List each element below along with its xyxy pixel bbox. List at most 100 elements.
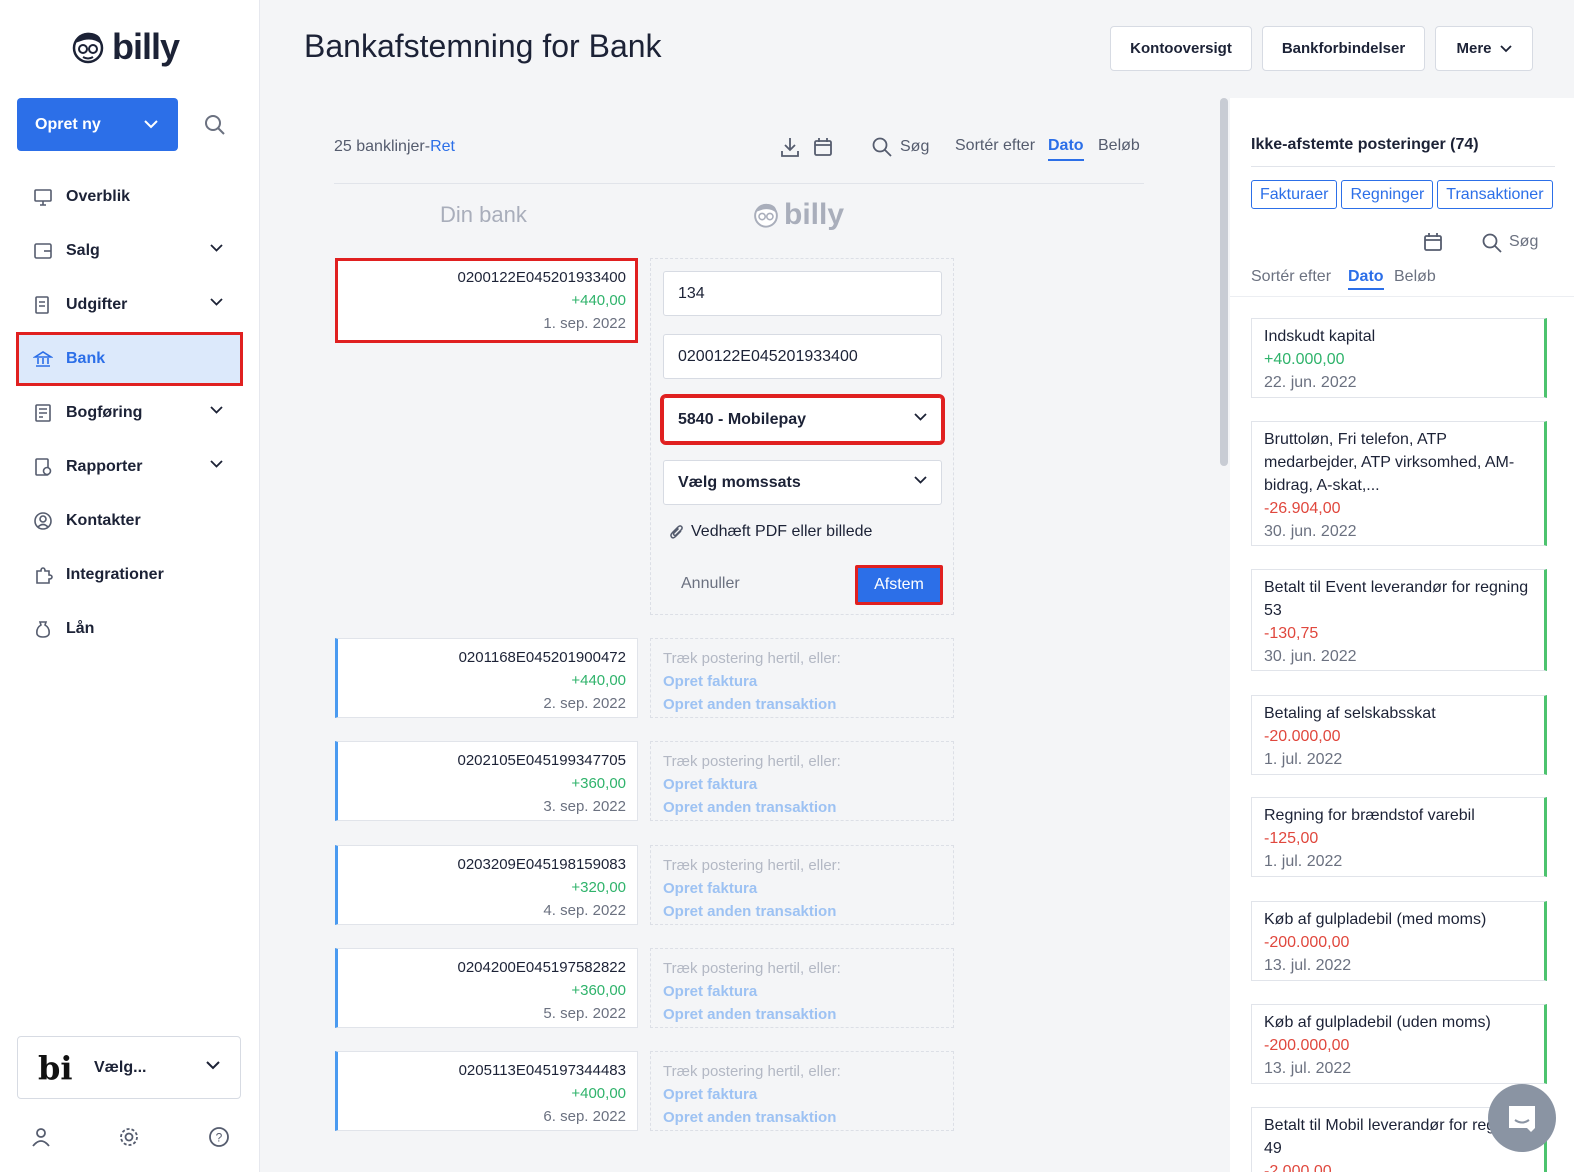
create-invoice-link[interactable]: Opret faktura [663,670,941,693]
sidebar-item-udgifter[interactable]: Udgifter [16,278,243,332]
create-other-transaction-link[interactable]: Opret anden transaktion [663,796,941,819]
tab-bills[interactable]: Regninger [1341,180,1434,209]
sidebar-item-salg[interactable]: Salg [16,224,243,278]
cancel-button[interactable]: Annuller [681,575,740,593]
chevron-down-icon [914,413,927,421]
organization-selector[interactable]: bi Vælg... [17,1036,241,1099]
create-other-transaction-link[interactable]: Opret anden transaktion [663,1106,941,1129]
search-label[interactable]: Søg [1509,233,1538,251]
unreconciled-item[interactable]: Bruttoløn, Fri telefon, ATP medarbejder,… [1251,421,1547,546]
attach-file-link[interactable]: Vedhæft PDF eller billede [669,523,872,541]
create-other-transaction-link[interactable]: Opret anden transaktion [663,900,941,923]
bank-line-amount: +320,00 [571,879,626,896]
create-invoice-link[interactable]: Opret faktura [663,877,941,900]
bank-connections-label: Bankforbindelser [1281,40,1406,57]
item-amount: -200.000,00 [1264,1037,1350,1054]
sidebar: billy Opret ny Overblik Salg Udgifter Bank B… [0,0,260,1172]
bank-line-reference: 0200122E045201933400 [457,269,626,286]
sidebar-footer: ? [0,1124,260,1154]
billy-mascot-icon [72,32,104,64]
sort-label: Sortér efter [955,137,1036,154]
unreconciled-item[interactable]: Betaling af selskabsskat -20.000,00 1. jul… [1251,695,1547,775]
sidebar-item-lån[interactable]: Lån [16,602,243,656]
sort-by-amount-tab[interactable]: Beløb [1394,268,1436,286]
bank-line[interactable]: 0204200E045197582822 +360,00 5. sep. 2022 [335,948,638,1028]
more-label: Mere [1456,40,1492,57]
unreconciled-item[interactable]: Betalt til Event leverandør for regning … [1251,569,1547,671]
tab-invoices[interactable]: Fakturaer [1251,180,1338,209]
unreconciled-item[interactable]: Køb af gulpladebil (uden moms) -200.000,0… [1251,1004,1547,1084]
paperclip-icon [670,525,683,539]
create-other-transaction-link[interactable]: Opret anden transaktion [663,693,941,716]
account-select[interactable]: 5840 - Mobilepay [660,394,945,445]
reconcile-button[interactable]: Afstem [855,565,943,605]
item-amount: -20.000,00 [1264,728,1341,745]
dashboard-icon [32,186,54,208]
sidebar-item-overblik[interactable]: Overblik [16,170,243,224]
item-date: 22. jun. 2022 [1264,374,1357,391]
amount-field-value: 134 [678,284,705,302]
sales-icon [32,240,54,262]
unreconciled-title: Ikke-afstemte posteringer (74) [1251,136,1479,153]
sort-by-date-tab[interactable]: Dato [1348,268,1384,290]
bank-line[interactable]: 0200122E045201933400 +440,00 1. sep. 2022 [335,258,638,343]
sort-by-amount-tab[interactable]: Beløb [1098,137,1140,155]
item-amount: -2.000,00 [1264,1163,1332,1172]
drop-hint: Træk postering hertil, eller: [663,857,841,874]
sidebar-item-kontakter[interactable]: Kontakter [16,494,243,548]
help-icon[interactable]: ? [208,1126,230,1153]
drop-zone[interactable]: Træk postering hertil, eller: Opret faktu… [650,638,954,718]
create-new-button[interactable]: Opret ny [17,98,178,151]
chat-button[interactable] [1488,1084,1556,1152]
create-invoice-link[interactable]: Opret faktura [663,980,941,1003]
more-button[interactable]: Mere [1435,26,1533,71]
unreconciled-item[interactable]: Regning for brændstof varebil -125,00 1. j… [1251,797,1547,877]
chevron-down-icon [206,1061,220,1070]
bank-line[interactable]: 0202105E045199347705 +360,00 3. sep. 2022 [335,741,638,821]
vat-select-value: Vælg momssats [678,473,801,491]
search-icon[interactable] [202,112,228,138]
drop-zone[interactable]: Træk postering hertil, eller: Opret faktu… [650,948,954,1028]
bank-line[interactable]: 0201168E045201900472 +440,00 2. sep. 2022 [335,638,638,718]
billy-logo[interactable]: billy [70,26,180,68]
vat-select[interactable]: Vælg momssats [663,460,942,505]
search-icon[interactable] [871,136,893,158]
billy-column-heading: billy [752,198,844,232]
gear-icon[interactable] [118,1126,140,1153]
sidebar-item-rapporter[interactable]: Rapporter [16,440,243,494]
drop-zone[interactable]: Træk postering hertil, eller: Opret faktu… [650,1051,954,1131]
bank-connections-button[interactable]: Bankforbindelser [1262,26,1425,71]
sort-by-date-tab[interactable]: Dato [1048,137,1084,161]
bank-line[interactable]: 0205113E045197344483 +400,00 6. sep. 2022 [335,1051,638,1131]
download-icon[interactable] [780,136,800,158]
main-scrollbar[interactable] [1220,98,1228,466]
drop-zone[interactable]: Træk postering hertil, eller: Opret faktu… [650,741,954,821]
chevron-down-icon [1499,44,1512,52]
item-date: 1. jul. 2022 [1264,853,1343,870]
create-other-transaction-link[interactable]: Opret anden transaktion [663,1003,941,1026]
drop-zone[interactable]: Træk postering hertil, eller: Opret faktu… [650,845,954,925]
search-label[interactable]: Søg [900,138,929,156]
search-icon[interactable] [1481,232,1503,254]
divider [1251,166,1555,167]
svg-text:?: ? [216,1131,223,1145]
sidebar-item-label: Kontakter [66,512,141,529]
sidebar-item-integrationer[interactable]: Integrationer [16,548,243,602]
calendar-icon[interactable] [1423,232,1443,252]
edit-link[interactable]: Ret [430,138,455,155]
sidebar-item-bogføring[interactable]: Bogføring [16,386,243,440]
user-icon[interactable] [30,1126,52,1153]
bank-line[interactable]: 0203209E045198159083 +320,00 4. sep. 2022 [335,845,638,925]
unreconciled-item[interactable]: Køb af gulpladebil (med moms) -200.000,00… [1251,901,1547,981]
reference-field[interactable]: 0200122E045201933400 [663,334,942,379]
unreconciled-item[interactable]: Indskudt kapital +40.000,00 22. jun. 2022 [1251,318,1547,398]
item-description: Køb af gulpladebil (uden moms) [1264,1014,1491,1031]
create-invoice-link[interactable]: Opret faktura [663,773,941,796]
amount-field[interactable]: 134 [663,271,942,316]
account-overview-button[interactable]: Kontooversigt [1110,26,1252,71]
tab-transactions[interactable]: Transaktioner [1437,180,1553,209]
sidebar-item-bank[interactable]: Bank [16,332,243,386]
chevron-down-icon [210,244,223,252]
create-invoice-link[interactable]: Opret faktura [663,1083,941,1106]
calendar-icon[interactable] [813,136,833,158]
